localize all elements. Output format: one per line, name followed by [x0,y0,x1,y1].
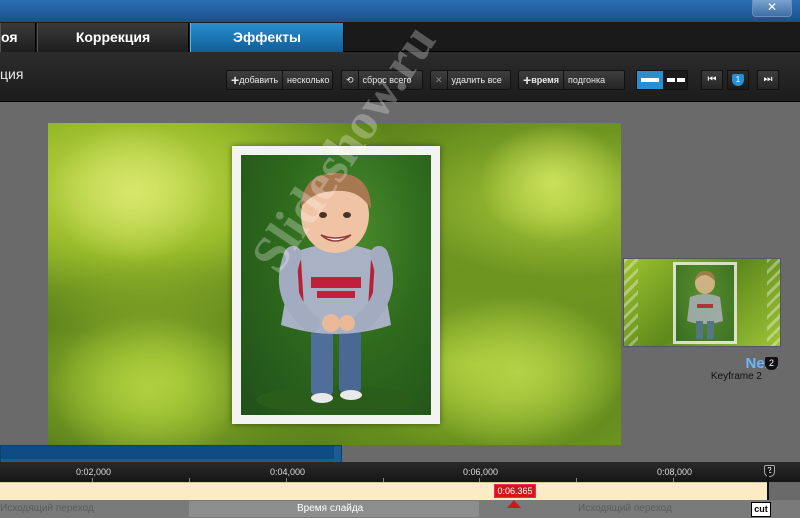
tick-label: 0:08,000 [657,467,693,477]
keyframe-subtitle: Keyframe 2 [710,371,762,382]
previous-slide-inner [1,446,334,459]
add-button[interactable]: +добавить [227,71,282,89]
skip-back-icon: ⏮ [707,74,717,85]
tab-label: оя [1,29,18,45]
timeline-ruler[interactable]: 0:02,000 0:04,000 0:06,000 0:08,000 [0,462,800,482]
add-several-button[interactable]: +добавить несколько [226,70,333,90]
tab-effects[interactable]: Эффекты [190,23,344,52]
storyboard-view-icon-b [677,78,685,82]
playhead-marker[interactable] [507,500,521,508]
thumbnail-child-illustration [687,271,723,339]
tab-label: Коррекция [75,29,151,45]
undo-icon: ⟲ [346,75,354,85]
tab-correction[interactable]: Коррекция [37,23,189,52]
tab-prev[interactable]: оя [0,23,36,52]
bokeh-spot [48,123,218,263]
window-titlebar: ✕ [0,0,800,22]
close-icon: ✕ [766,0,778,14]
bokeh-spot [478,123,621,243]
bokeh-spot [48,313,248,445]
delete-label: удалить все [446,71,506,89]
view-toggle[interactable] [636,70,688,90]
time-fit-button[interactable]: +время подгонка [518,70,625,90]
child-photo [241,155,431,415]
end-keyframe-badge[interactable]: 2 [764,465,775,477]
cut-button[interactable]: cut [751,502,771,517]
keyframe-marker-icon: 1 [732,74,744,86]
slide-time-label: Время слайда [297,503,364,514]
x-icon: ✕ [435,75,443,85]
tab-bar: оя Коррекция Эффекты [0,22,800,52]
reset-label: сброс всего [357,71,416,89]
timeline-view-button[interactable] [637,71,663,89]
storyboard-view-icon [667,78,675,82]
keyframe-number-button[interactable]: 1 [727,70,749,90]
thumbnail-photo [676,265,734,341]
add-label: добавить [239,75,279,85]
skip-forward-icon: ⏭ [763,74,773,85]
several-button[interactable]: несколько [282,71,333,89]
last-keyframe-button[interactable]: ⏭ [757,70,779,90]
effects-header: ция +добавить несколько ⟲ сброс всего ✕ уда… [0,52,800,102]
tick-label: 0:06,000 [463,467,499,477]
outgoing-transition-label: Исходящий переход [578,503,672,514]
storyboard-view-button[interactable] [663,71,689,89]
tick-label: 0:02,000 [76,467,112,477]
child-illustration [256,173,416,414]
fit-button[interactable]: подгонка [563,71,609,89]
next-keyframe-badge: 2 [765,357,778,370]
transition-stripes-left [624,259,638,346]
tab-label: Эффекты [233,29,301,45]
reset-all-button[interactable]: ⟲ сброс всего [341,70,423,90]
panel-title: ция [0,66,24,82]
tick-label: 0:04,000 [270,467,306,477]
time-label: время [531,75,560,85]
close-window-button[interactable]: ✕ [752,0,792,17]
current-time-badge: 0:06.365 [494,484,536,498]
thumbnail-photo-frame [673,262,737,344]
next-keyframe-thumbnail[interactable] [623,258,781,347]
photo-frame[interactable] [232,146,440,424]
transition-stripes-right [767,259,780,346]
delete-all-button[interactable]: ✕ удалить все [430,70,511,90]
keyframe-track[interactable] [0,482,768,500]
add-time-button[interactable]: +время [519,71,563,89]
incoming-transition-label: Исходящий переход [0,503,94,514]
first-keyframe-button[interactable]: ⏮ [701,70,723,90]
plus-icon: + [523,72,532,88]
timeline-view-icon [641,78,659,82]
previous-slide-edge [0,445,342,463]
plus-icon: + [231,72,240,88]
